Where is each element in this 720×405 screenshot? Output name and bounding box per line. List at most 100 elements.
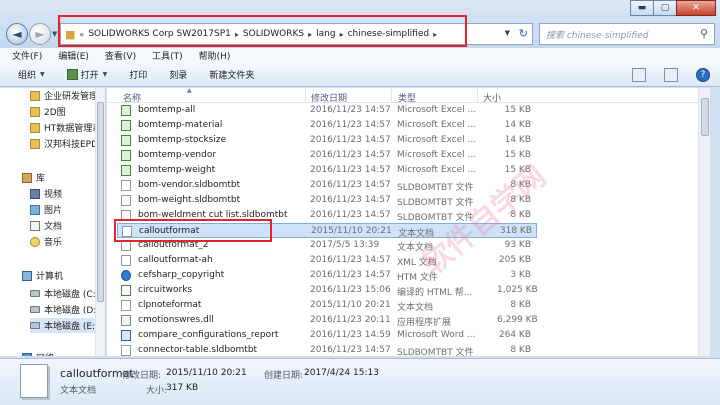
open-label: 打开 [80, 71, 99, 81]
file-row[interactable]: bomtemp-weight 2016/11/23 14:57 Microsoft … [117, 163, 537, 178]
file-type: SLDBOMTBT 文件 [397, 198, 474, 208]
file-icon [121, 180, 131, 191]
menu-edit[interactable]: 编辑(E) [58, 49, 89, 62]
column-divider[interactable] [477, 88, 478, 103]
file-row[interactable]: cefsharp_copyright 2016/11/23 14:57 HTM 文件… [117, 268, 537, 283]
organize-label: 组织 [18, 71, 37, 81]
file-date: 2016/11/23 14:57 [310, 105, 391, 115]
file-row[interactable]: bomtemp-stocksize 2016/11/23 14:57 Microso… [117, 133, 537, 148]
open-button[interactable]: 打开 ▼ [66, 68, 108, 81]
file-row[interactable]: bomtemp-all 2016/11/23 14:57 Microsoft Exc… [117, 103, 537, 118]
sidebar-item-label: 文档 [44, 222, 63, 232]
computer-icon [22, 270, 32, 281]
file-row-selected[interactable]: calloutformat 2015/11/10 20:21 文本文档 318 KB [117, 223, 537, 239]
address-overflow-icon[interactable]: « [79, 30, 84, 39]
file-type: XML 文档 [397, 258, 437, 268]
back-arrow-icon: ◄ [12, 27, 22, 41]
word-icon [121, 330, 131, 341]
file-size: 264 KB [498, 330, 531, 340]
sort-ascending-icon: ▲ [187, 88, 192, 94]
file-row[interactable]: calloutformat-ah 2016/11/23 14:57 XML 文档 20… [117, 253, 537, 268]
picture-icon [30, 204, 40, 215]
file-name: bomtemp-all [138, 105, 196, 115]
dll-icon [121, 315, 131, 326]
file-row[interactable]: bom-weldment cut list.sldbomtbt 2016/11/2… [117, 208, 537, 223]
address-bar[interactable]: ■ « SOLIDWORKS Corp SW2017SP1 ▸ SOLIDWOR… [60, 23, 533, 45]
menu-file[interactable]: 文件(F) [12, 49, 42, 62]
file-row[interactable]: bomtemp-vendor 2016/11/23 14:57 Microsoft … [117, 148, 537, 163]
navigation-pane: 企业研发管理 2D图 HT数据管理系 汉邦科技EPDM 库 视频 图片 文档 音… [0, 88, 106, 356]
network-icon [22, 352, 32, 356]
sidebar-item-computer[interactable]: 计算机 [22, 268, 105, 283]
change-view-icon[interactable] [632, 68, 646, 82]
file-type: Microsoft Excel ... [397, 135, 477, 145]
chevron-down-icon: ▼ [40, 71, 45, 78]
breadcrumb-separator-icon[interactable]: ▸ [235, 30, 239, 39]
column-divider[interactable] [305, 88, 306, 103]
forward-arrow-icon: ► [35, 27, 45, 41]
excel-icon [121, 120, 131, 131]
menu-help[interactable]: 帮助(H) [199, 49, 231, 62]
sidebar-scrollbar[interactable] [95, 88, 105, 356]
breadcrumb-separator-icon[interactable]: ▸ [308, 30, 312, 39]
sidebar-item-libraries[interactable]: 库 [22, 170, 105, 185]
back-button[interactable]: ◄ [6, 23, 28, 45]
address-dropdown-icon[interactable]: ▼ [505, 29, 510, 37]
organize-button[interactable]: 组织 ▼ [18, 68, 45, 81]
excel-icon [121, 135, 131, 146]
text-file-icon [122, 226, 132, 237]
file-type: SLDBOMTBT 文件 [397, 348, 474, 356]
details-file-type: 文本文档 [60, 386, 97, 396]
file-row[interactable]: bom-weight.sldbomtbt 2016/11/23 14:57 SLDB… [117, 193, 537, 208]
print-button[interactable]: 打印 [129, 68, 147, 81]
refresh-icon[interactable]: ↻ [519, 27, 528, 40]
file-row[interactable]: cmotionswres.dll 2016/11/23 20:11 应用程序扩展 6,… [117, 313, 538, 328]
file-name: circuitworks [138, 285, 193, 295]
text-file-icon [20, 364, 48, 398]
file-list-scroll-thumb[interactable] [701, 98, 709, 136]
sidebar-item-network[interactable]: 网络 [22, 350, 105, 356]
title-bar: ▬ ▢ ✕ ◄ ► ▼ ■ « SOLIDWORKS Corp SW2017SP… [0, 0, 720, 48]
file-row[interactable]: circuitworks 2016/11/23 15:06 编译的 HTML 帮..… [117, 283, 538, 298]
file-list-scrollbar[interactable] [698, 88, 710, 356]
file-row[interactable]: bomtemp-material 2016/11/23 14:57 Microsof… [117, 118, 537, 133]
file-row[interactable]: compare_configurations_report 2016/11/23 … [117, 328, 537, 343]
music-icon [30, 236, 40, 247]
maximize-icon[interactable]: ▢ [653, 0, 677, 16]
file-name: bom-weight.sldbomtbt [138, 195, 241, 205]
file-size: 8 KB [510, 300, 531, 310]
new-folder-button[interactable]: 新建文件夹 [209, 68, 254, 81]
help-icon[interactable]: ? [696, 68, 710, 82]
details-created-value: 2017/4/24 15:13 [304, 368, 379, 378]
recent-pages-dropdown-icon[interactable]: ▼ [52, 30, 57, 38]
close-icon[interactable]: ✕ [676, 0, 716, 16]
burn-button[interactable]: 刻录 [169, 68, 187, 81]
file-row[interactable]: calloutformat_2 2017/5/5 13:39 文本文档 93 KB [117, 238, 537, 253]
forward-button[interactable]: ► [29, 23, 51, 45]
column-divider[interactable] [391, 88, 392, 103]
search-icon[interactable]: ⚲ [700, 27, 708, 40]
breadcrumb-item[interactable]: chinese-simplified [348, 29, 429, 39]
sidebar-item-label: 音乐 [44, 238, 63, 248]
file-name: compare_configurations_report [138, 330, 279, 340]
search-input[interactable]: 搜索 chinese-simplified ⚲ [539, 23, 715, 45]
excel-icon [121, 165, 131, 176]
preview-pane-icon[interactable] [664, 68, 678, 82]
file-name: connector-table.sldbomtbt [138, 345, 258, 355]
details-modified-label: 修改日期: [122, 371, 162, 381]
file-row[interactable]: clpnoteformat 2015/11/10 20:21 文本文档 8 KB [117, 298, 537, 313]
file-row[interactable]: connector-table.sldbomtbt 2016/11/23 14:5… [117, 343, 537, 356]
sidebar-scroll-thumb[interactable] [97, 102, 104, 302]
sidebar-item-label: 本地磁盘 (D:) [44, 306, 100, 316]
breadcrumb-item[interactable]: SOLIDWORKS Corp SW2017SP1 [88, 29, 231, 39]
breadcrumb-item[interactable]: lang [316, 29, 335, 39]
menu-view[interactable]: 查看(V) [105, 49, 136, 62]
breadcrumb-item[interactable]: SOLIDWORKS [243, 29, 304, 39]
minimize-icon[interactable]: ▬ [630, 0, 654, 16]
file-list: ▲ 名称 修改日期 类型 大小 bomtemp-all 2016/11/23 14… [107, 88, 710, 356]
menu-tools[interactable]: 工具(T) [152, 49, 183, 62]
breadcrumb-separator-icon[interactable]: ▸ [433, 30, 437, 39]
breadcrumb-separator-icon[interactable]: ▸ [340, 30, 344, 39]
file-row[interactable]: bom-vendor.sldbomtbt 2016/11/23 14:57 SLDB… [117, 178, 537, 193]
chevron-down-icon: ▼ [102, 71, 108, 78]
